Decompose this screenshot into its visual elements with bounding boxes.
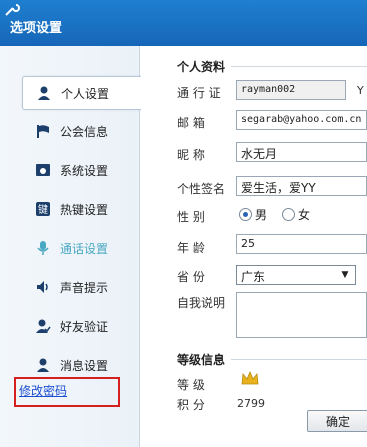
change-password-highlight: 修改密码 [14, 377, 120, 407]
change-password-link[interactable]: 修改密码 [19, 382, 67, 399]
title-bar: 选项设置 [0, 0, 367, 46]
sidebar-item-label: 公会信息 [60, 124, 109, 139]
nickname-label: 昵 称 [177, 148, 205, 162]
radio-dot [239, 208, 252, 221]
flag-icon [34, 122, 52, 140]
sidebar-item-call[interactable]: 通话设置 [22, 231, 138, 265]
passport-label: 通 行 证 [177, 86, 221, 100]
gender-label: 性 别 [177, 210, 205, 224]
sidebar-item-friend-verify[interactable]: 好友验证 [22, 309, 138, 343]
points-value: 2799 [237, 397, 265, 410]
email-label: 邮 箱 [177, 116, 205, 130]
age-field[interactable]: 25 [236, 234, 367, 254]
window-title: 选项设置 [10, 21, 63, 36]
sidebar-item-label: 好友验证 [60, 319, 109, 334]
province-label: 省 份 [177, 270, 205, 284]
level-section-title: 等级信息 [177, 353, 226, 367]
hotkey-icon: 键 [34, 200, 52, 218]
gender-female-radio[interactable]: 女 [282, 206, 310, 223]
passport-suffix: Y [357, 84, 364, 97]
sidebar-item-hotkey[interactable]: 键 热键设置 [22, 192, 138, 226]
microphone-icon [34, 239, 52, 257]
email-field[interactable]: segarab@yahoo.com.cn [236, 110, 367, 130]
section-divider [231, 359, 367, 360]
sidebar-item-label: 消息设置 [60, 358, 109, 373]
sidebar-item-label: 通话设置 [60, 241, 109, 256]
profile-section-title: 个人资料 [177, 60, 226, 74]
gender-male-label: 男 [255, 208, 268, 222]
province-value: 广东 [241, 270, 266, 284]
wrench-icon [5, 4, 20, 16]
settings-panel: 个人资料 通 行 证 rayman002 Y 邮 箱 segarab@yahoo… [141, 46, 367, 447]
sidebar: 个人设置 公会信息 系统设置 键 热键设置 通话设置 声音提示 好友验证 消息设… [0, 46, 142, 447]
sidebar-item-label: 个人设置 [61, 86, 110, 101]
about-label: 自我说明 [177, 296, 226, 310]
about-textarea[interactable] [236, 292, 367, 338]
person-icon [35, 84, 53, 102]
crown-icon [241, 371, 259, 385]
gender-male-radio[interactable]: 男 [239, 206, 267, 223]
system-icon [34, 161, 52, 179]
verify-icon [34, 317, 52, 335]
ok-button[interactable]: 确定 [307, 410, 367, 432]
signature-field[interactable]: 爱生活，爱YY [236, 176, 367, 196]
speaker-icon [34, 278, 52, 296]
chevron-down-icon: ▼ [341, 270, 349, 280]
sidebar-item-label: 系统设置 [60, 163, 109, 178]
age-label: 年 龄 [177, 241, 205, 255]
svg-text:键: 键 [38, 203, 48, 216]
signature-label: 个性签名 [177, 182, 226, 196]
sidebar-item-label: 声音提示 [60, 280, 109, 295]
passport-field: rayman002 [236, 80, 346, 100]
gender-female-label: 女 [298, 208, 311, 222]
sidebar-item-sound[interactable]: 声音提示 [22, 270, 138, 304]
points-label: 积 分 [177, 398, 205, 412]
nickname-field[interactable]: 水无月 [236, 142, 367, 162]
sidebar-item-system[interactable]: 系统设置 [22, 153, 138, 187]
sidebar-item-label: 热键设置 [60, 202, 109, 217]
level-label: 等 级 [177, 378, 205, 392]
sidebar-item-guild[interactable]: 公会信息 [22, 114, 138, 148]
radio-dot [282, 208, 295, 221]
message-icon [34, 356, 52, 374]
sidebar-item-personal[interactable]: 个人设置 [22, 76, 142, 110]
province-select[interactable]: 广东 ▼ [236, 265, 356, 285]
section-divider [231, 66, 367, 67]
